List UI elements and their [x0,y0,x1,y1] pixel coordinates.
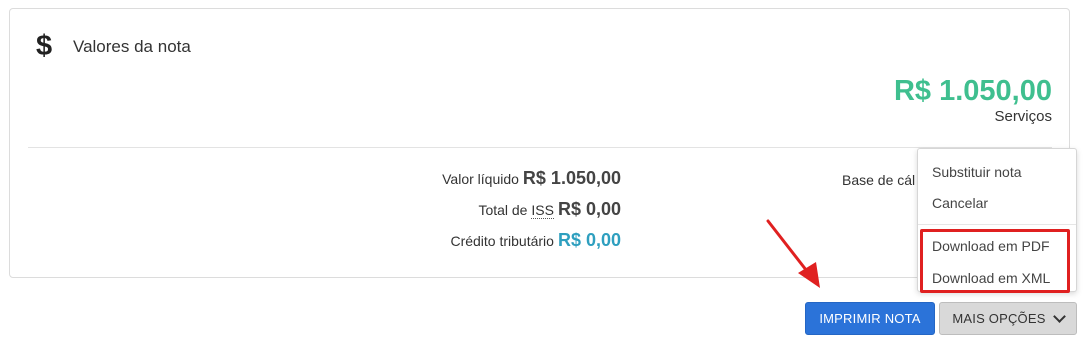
menu-divider [918,224,1076,225]
annotation-highlight-box [920,229,1070,293]
print-invoice-label: IMPRIMIR NOTA [819,311,921,326]
tax-credit-label: Crédito tributário [450,233,554,249]
iss-abbreviation[interactable]: ISS [531,202,554,219]
menu-item-replace-invoice[interactable]: Substituir nota [932,164,1022,180]
divider [28,147,1052,148]
total-label: Serviços [994,108,1052,125]
more-options-button[interactable]: MAIS OPÇÕES [939,302,1077,335]
invoice-values-card: $ Valores da nota R$ 1.050,00 Serviços V… [9,8,1070,278]
iss-total-row: Total de ISS R$ 0,00 [478,199,621,220]
iss-total-value: R$ 0,00 [557,199,621,219]
net-value-label: Valor líquido [442,171,519,187]
print-invoice-button[interactable]: IMPRIMIR NOTA [805,302,935,335]
card-title: Valores da nota [73,37,191,56]
tax-credit-row: Crédito tributário R$ 0,00 [450,230,621,251]
total-amount: R$ 1.050,00 [893,75,1052,107]
chevron-down-icon [1052,309,1066,323]
net-value: R$ 1.050,00 [522,168,621,188]
annotation-arrow-icon [766,219,820,288]
more-options-label: MAIS OPÇÕES [952,311,1046,326]
dollar-icon: $ [36,30,53,62]
menu-item-cancel[interactable]: Cancelar [932,195,988,211]
tax-credit-value: R$ 0,00 [557,230,621,250]
base-calc-label: Base de cál [842,172,916,188]
net-value-row: Valor líquido R$ 1.050,00 [442,168,621,189]
iss-total-label-prefix: Total de [478,202,532,218]
